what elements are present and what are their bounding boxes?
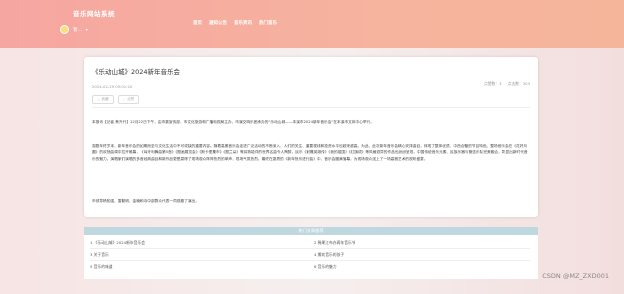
related-article-link[interactable]: 2 稀果江布办两年音乐节	[314, 240, 356, 246]
like-button-label: 点赞	[127, 97, 135, 101]
user-name[interactable]: 管...	[73, 27, 82, 33]
like-count: 点赞数：3	[483, 81, 502, 86]
user-menu[interactable]: 管... ▾	[60, 25, 88, 34]
nav-item-home[interactable]: 首页	[193, 20, 202, 26]
click-count: 点击数：303	[507, 81, 530, 86]
star-icon: ☆	[97, 97, 101, 102]
related-article-link[interactable]: 6 音乐的魅力	[314, 264, 337, 270]
like-button[interactable]: ♡ 点赞	[117, 95, 140, 104]
nav-item-popular-music[interactable]: 热门音乐	[259, 20, 277, 26]
site-title: 音乐网站系统	[73, 10, 115, 18]
favorite-button[interactable]: ☆ 收藏	[92, 95, 114, 104]
article-stats: 点赞数：3 点击数：303	[484, 81, 530, 87]
nav-item-announcements[interactable]: 通知公告	[209, 20, 227, 26]
related-article-link[interactable]: 4 撕欢音乐的孩子	[314, 252, 344, 258]
related-article-link[interactable]: 5 音乐的味道	[90, 264, 113, 270]
related-articles: 热门文章推荐 1 《乐动山城》2024新年音乐会 2 稀果江布办两年音乐节 3 …	[84, 227, 538, 279]
chevron-down-icon[interactable]: ▾	[86, 27, 88, 32]
related-articles-header: 热门文章推荐	[84, 227, 538, 235]
nav-item-music-news[interactable]: 音乐资讯	[234, 20, 252, 26]
article-title: 《乐动山城》2024新年音乐会	[92, 68, 181, 76]
watermark: CSDN @MZ_ZXD001	[542, 272, 609, 280]
article-paragraph: 市领导杨知强、富勤明、金楠和寺中部群众代表一同观看了演出。	[92, 199, 199, 203]
top-navigation-bar: 音乐网站系统 管... ▾ 首页 通知公告 音乐资讯 热门音乐	[0, 0, 624, 48]
divider	[90, 248, 530, 249]
related-article-link[interactable]: 3 关于音乐	[90, 252, 109, 258]
article-time: 2024-02-29 05:01:20	[92, 84, 133, 89]
article-actions: ☆ 收藏 ♡ 点赞	[92, 95, 140, 104]
favorite-button-label: 收藏	[101, 97, 109, 101]
article-paragraph: 观剧年终岁末，新年音乐会的如期而至与文化生活中不可或缺的重要内容。随着高雅音乐会…	[92, 144, 528, 161]
article-paragraph: 本报讯【记者 蔡升升】12月22日下午，由市委宣传部、市文化旅游和广播电视局主办…	[92, 120, 374, 124]
related-article-link[interactable]: 1 《乐动山城》2024新年音乐会	[90, 240, 145, 246]
article-card: 《乐动山城》2024新年音乐会 2024-02-29 05:01:20 点赞数：…	[84, 57, 538, 217]
divider	[90, 260, 530, 261]
avatar[interactable]	[60, 25, 69, 34]
divider	[92, 107, 530, 108]
main-nav: 首页 通知公告 音乐资讯 热门音乐	[193, 20, 284, 26]
thumbs-up-icon: ♡	[122, 97, 126, 102]
